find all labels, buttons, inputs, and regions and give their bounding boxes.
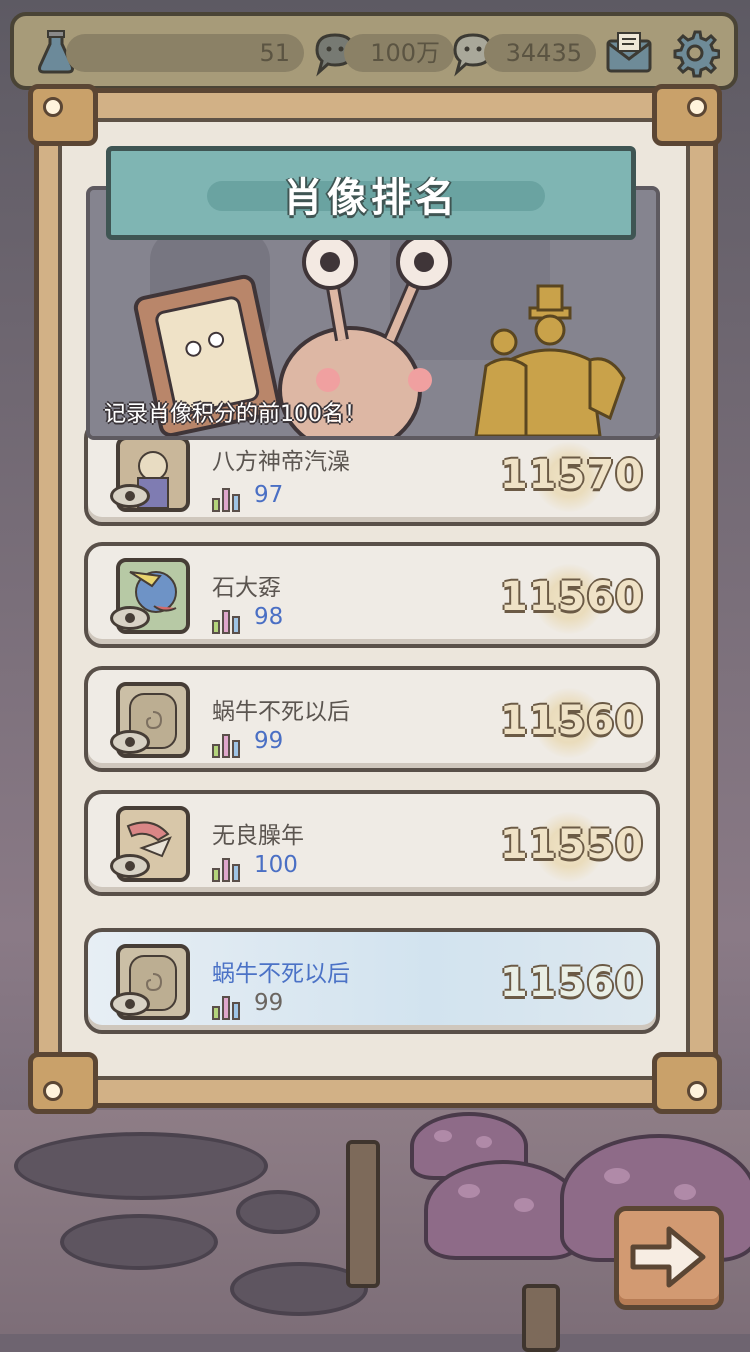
frame-corner bbox=[652, 84, 722, 146]
rank-icon bbox=[212, 732, 242, 758]
fence-post bbox=[522, 1284, 560, 1352]
rank-icon bbox=[212, 994, 242, 1020]
view-portrait-icon[interactable] bbox=[110, 854, 150, 878]
panel-title: 肖像排名 bbox=[283, 175, 459, 221]
my-player-name: 蜗牛不死以后 bbox=[212, 961, 350, 987]
mushroom bbox=[424, 1160, 582, 1260]
my-portrait-score: 11560 bbox=[499, 960, 644, 1006]
top-resource-bar: 51 100万 34435 bbox=[10, 12, 738, 90]
rank-number: 100 bbox=[254, 852, 298, 878]
resource-3-value: 34435 bbox=[484, 34, 596, 72]
rank-row[interactable]: 石大孬 98 11560 bbox=[84, 542, 660, 648]
mail-icon[interactable] bbox=[602, 28, 656, 78]
rank-row[interactable]: 无良臊年 100 11550 bbox=[84, 790, 660, 896]
player-name: 无良臊年 bbox=[212, 823, 304, 849]
fence-post bbox=[346, 1140, 380, 1288]
player-name: 八方神帝汽澡 bbox=[212, 449, 350, 475]
view-portrait-icon[interactable] bbox=[110, 992, 150, 1016]
arrow-right-icon bbox=[630, 1226, 706, 1288]
resource-2-value: 100万 bbox=[344, 34, 454, 72]
puddle bbox=[236, 1190, 320, 1234]
next-button[interactable] bbox=[614, 1206, 724, 1310]
rank-icon bbox=[212, 486, 242, 512]
player-name: 石大孬 bbox=[212, 575, 281, 601]
panel-subtitle: 记录肖像积分的前100名！ bbox=[104, 402, 366, 427]
puddle bbox=[60, 1214, 218, 1270]
view-portrait-icon[interactable] bbox=[110, 730, 150, 754]
rank-icon bbox=[212, 856, 242, 882]
frame-corner bbox=[652, 1052, 722, 1114]
resource-1-value: 51 bbox=[66, 34, 304, 72]
player-name: 蜗牛不死以后 bbox=[212, 699, 350, 725]
rank-number: 98 bbox=[254, 604, 284, 630]
portrait-score: 11570 bbox=[499, 452, 644, 498]
portrait-score: 11560 bbox=[499, 574, 644, 620]
gear-icon[interactable] bbox=[668, 26, 722, 80]
rank-row[interactable]: 蜗牛不死以后 99 11560 bbox=[84, 666, 660, 772]
rank-number: 97 bbox=[254, 482, 284, 508]
view-portrait-icon[interactable] bbox=[110, 606, 150, 630]
title-plate: 肖像排名 bbox=[106, 146, 636, 240]
portrait-score: 11560 bbox=[499, 698, 644, 744]
my-rank-row[interactable]: 蜗牛不死以后 99 11560 bbox=[84, 928, 660, 1034]
puddle bbox=[14, 1132, 268, 1200]
my-rank-number: 99 bbox=[254, 990, 284, 1016]
rank-icon bbox=[212, 608, 242, 634]
frame-corner bbox=[28, 1052, 98, 1114]
frame-corner bbox=[28, 84, 98, 146]
portrait-score: 11550 bbox=[499, 822, 644, 868]
rank-number: 99 bbox=[254, 728, 284, 754]
view-portrait-icon[interactable] bbox=[110, 484, 150, 508]
